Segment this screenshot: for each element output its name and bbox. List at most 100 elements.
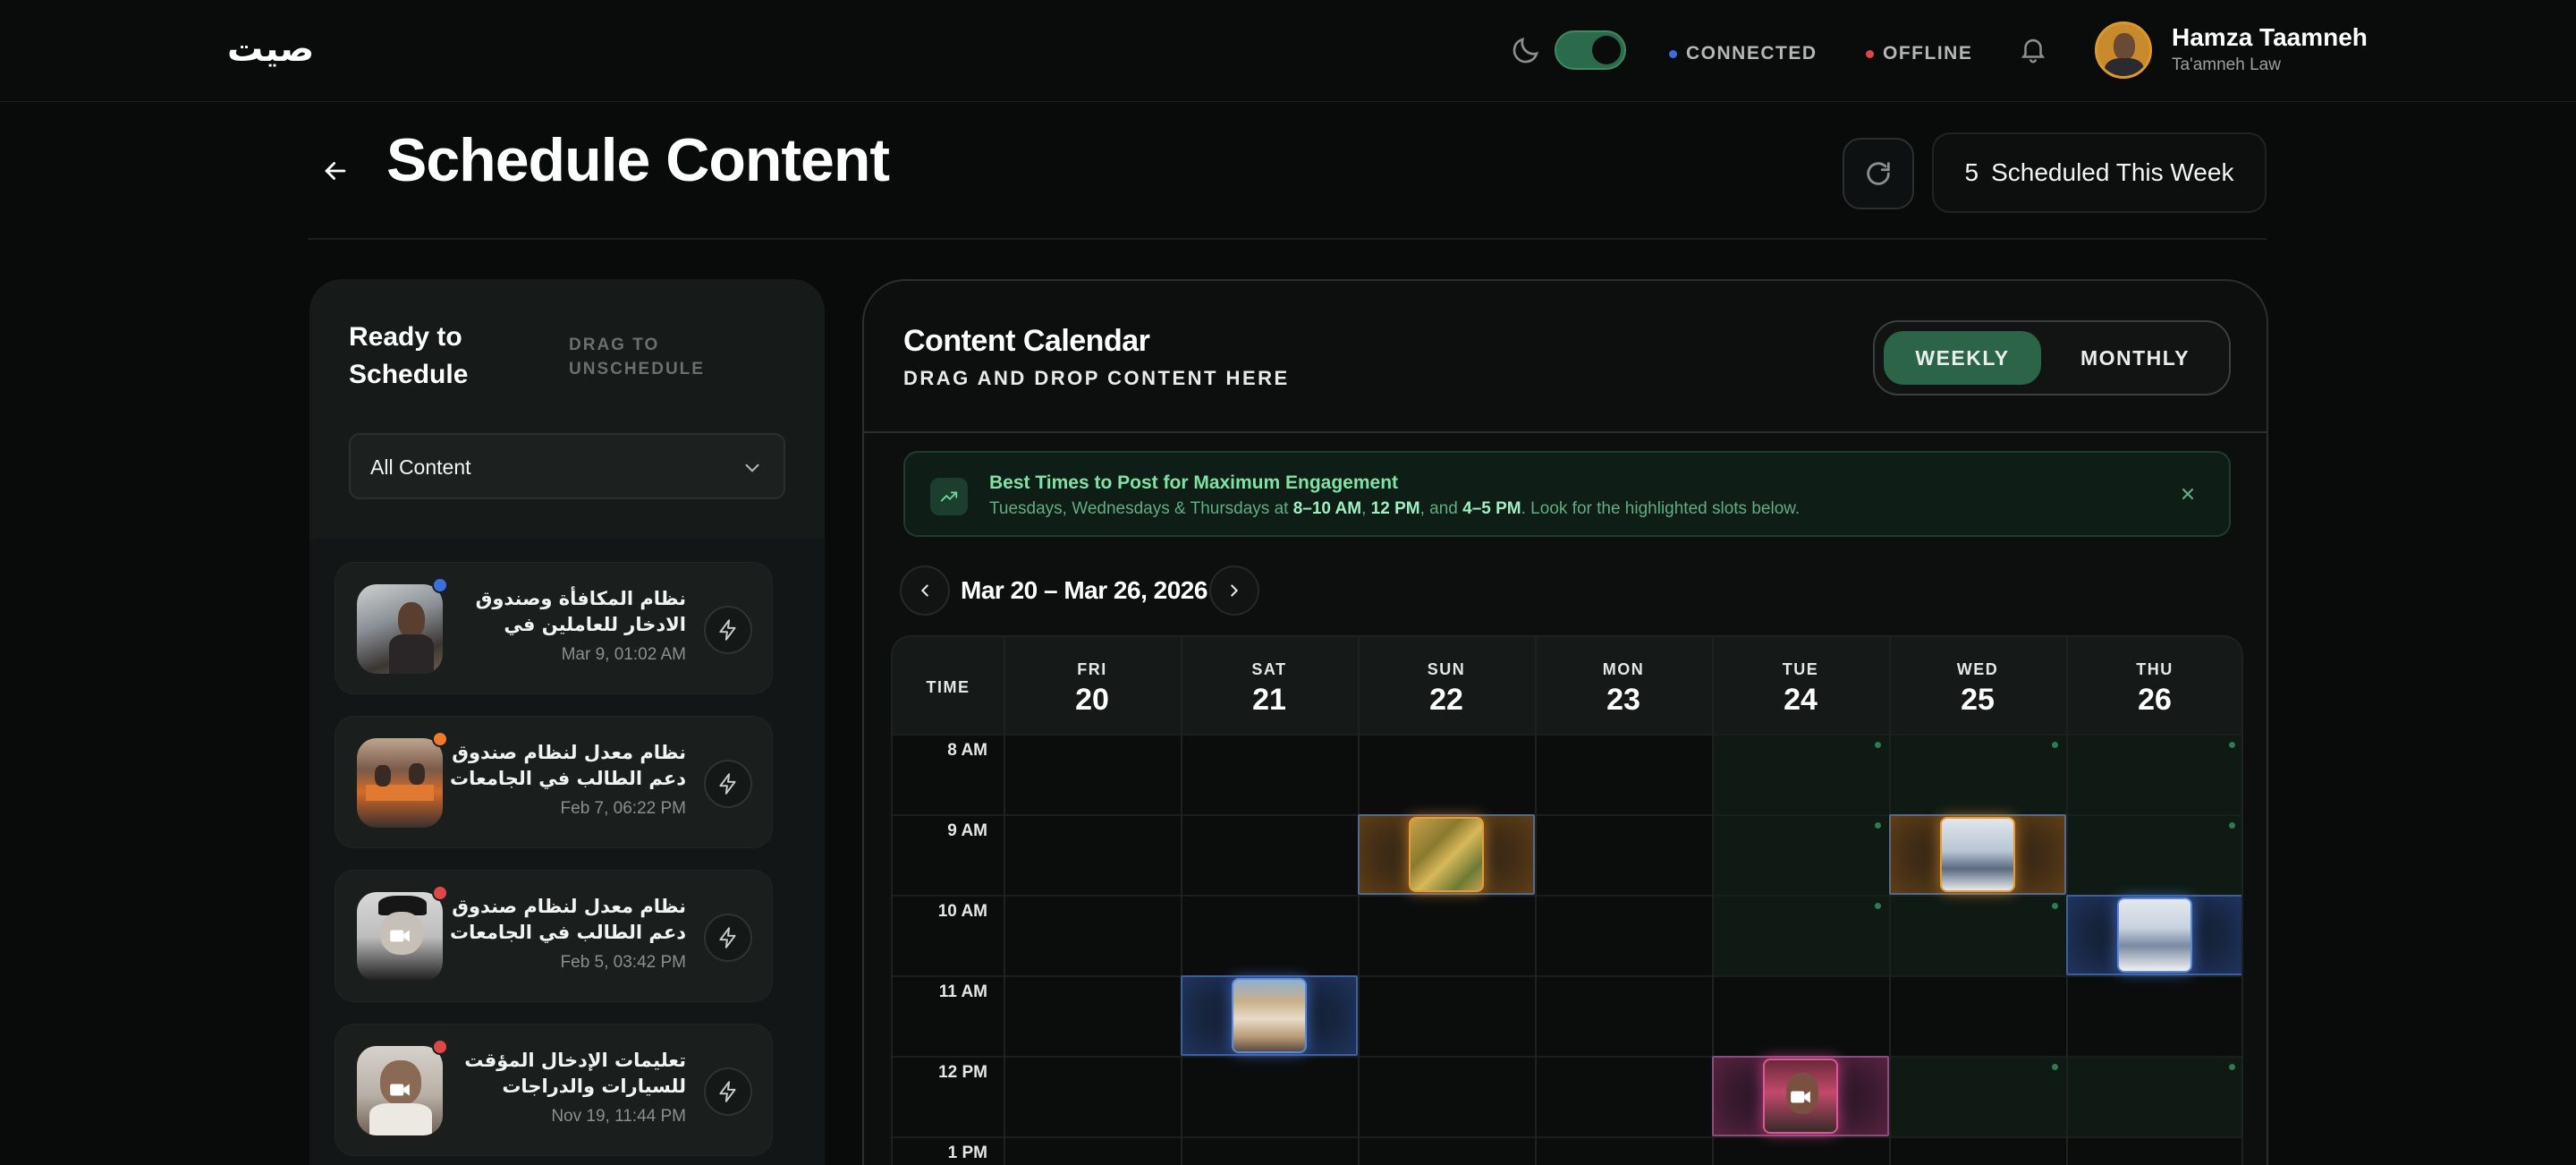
best-time-2: 12 PM — [1370, 499, 1420, 518]
day-header[interactable]: THU 26 — [2066, 637, 2241, 734]
best-time-slot[interactable] — [1889, 734, 2066, 814]
day-number: 23 — [1606, 683, 1640, 717]
offline-dot — [1866, 49, 1874, 58]
best-time-slot[interactable] — [1712, 895, 1889, 975]
app-logo[interactable]: صيت — [227, 29, 314, 70]
grid-column-line — [1181, 637, 1182, 1165]
content-item[interactable]: نظام المكافأة وصندوق الادخار للعاملين في… — [335, 562, 773, 694]
best-time-dot — [2052, 1064, 2058, 1070]
bolt-icon — [719, 619, 736, 641]
content-item[interactable]: نظام معدل لنظام صندوق دعم الطالب في الجا… — [335, 870, 773, 1002]
refresh-button[interactable] — [1843, 138, 1914, 209]
scheduled-post[interactable] — [1181, 975, 1358, 1056]
best-time-1: 8–10 AM — [1292, 499, 1362, 518]
trending-up-icon — [930, 478, 968, 515]
item-thumbnail — [357, 738, 443, 828]
quick-schedule-button[interactable] — [704, 760, 752, 808]
best-time-slot[interactable] — [2066, 1056, 2241, 1136]
day-header[interactable]: FRI 20 — [1004, 637, 1181, 734]
quick-schedule-button[interactable] — [704, 914, 752, 962]
best-time-slot[interactable] — [1889, 1056, 2066, 1136]
day-header[interactable]: TUE 24 — [1712, 637, 1889, 734]
video-camera-icon — [1791, 1091, 1810, 1103]
grid-header: TIME FRI 20 SAT 21 SUN 22 MON 23 TUE 24 WED 25… — [893, 637, 2241, 734]
bolt-icon — [719, 773, 736, 795]
best-time-3: 4–5 PM — [1462, 499, 1521, 518]
quick-schedule-button[interactable] — [704, 606, 752, 654]
grid-column-line — [1889, 637, 1891, 1165]
day-of-week: WED — [1956, 660, 1999, 678]
user-name[interactable]: Hamza Taamneh — [2172, 23, 2368, 52]
best-time-dot — [2229, 742, 2235, 748]
avatar-body — [2105, 58, 2144, 76]
chevron-down-icon — [745, 463, 759, 472]
day-number: 25 — [1961, 683, 1995, 717]
top-nav: صيت CONNECTED OFFLINE Hamza Taamneh Ta'a… — [0, 0, 2576, 102]
day-header[interactable]: WED 25 — [1889, 637, 2066, 734]
best-time-dot — [1875, 742, 1881, 748]
best-time-slot[interactable] — [1712, 734, 1889, 814]
item-date: Mar 9, 01:02 AM — [561, 645, 686, 664]
hour-label: 12 PM — [938, 1063, 987, 1082]
calendar-title: Content Calendar — [903, 324, 1150, 358]
best-time-dot — [1875, 903, 1881, 909]
day-of-week: SUN — [1427, 660, 1466, 678]
quick-schedule-button[interactable] — [704, 1067, 752, 1116]
scheduled-post[interactable] — [1712, 1056, 1889, 1136]
best-time-slot[interactable] — [1889, 895, 2066, 975]
post-thumbnail — [2117, 897, 2192, 973]
panel-header: Ready to Schedule DRAG TO UNSCHEDULE All… — [309, 279, 825, 539]
best-times-text: Tuesdays, Wednesdays & Thursdays at 8–10… — [989, 499, 1800, 519]
best-time-slot[interactable] — [2066, 814, 2241, 895]
previous-week-button[interactable] — [900, 565, 950, 616]
grid-column-line — [1358, 637, 1360, 1165]
scheduled-label: Scheduled This Week — [1991, 158, 2234, 186]
grid-column-line — [1535, 637, 1537, 1165]
day-header[interactable]: SAT 21 — [1181, 637, 1358, 734]
item-title: نظام المكافأة وصندوق الادخار للعاملين في… — [475, 588, 686, 635]
ready-to-schedule-panel: Ready to Schedule DRAG TO UNSCHEDULE All… — [309, 279, 825, 1165]
best-time-dot — [1875, 822, 1881, 829]
avatar[interactable] — [2095, 21, 2152, 79]
chevron-left-icon — [920, 584, 928, 597]
scheduled-post[interactable] — [1358, 814, 1535, 895]
scheduled-post[interactable] — [1889, 814, 2066, 895]
next-week-button[interactable] — [1209, 565, 1259, 616]
content-item[interactable]: تعليمات الإدخال المؤقت للسيارات والدراجا… — [335, 1024, 773, 1156]
best-time-slot[interactable] — [2066, 734, 2241, 814]
content-filter-select[interactable]: All Content — [349, 433, 785, 499]
toggle-knob — [1592, 36, 1621, 64]
best-time-dot — [2229, 1064, 2235, 1070]
refresh-icon — [1867, 162, 1890, 185]
item-thumbnail — [357, 584, 443, 674]
view-toggle: WEEKLY MONTHLY — [1873, 320, 2231, 395]
day-number: 22 — [1429, 683, 1463, 717]
item-date: Feb 5, 03:42 PM — [560, 953, 686, 972]
best-times-sep1: , — [1361, 499, 1371, 518]
back-arrow-icon[interactable] — [320, 156, 351, 186]
drag-hint: DRAG TO UNSCHEDULE — [569, 336, 705, 378]
scheduled-post[interactable] — [2066, 895, 2241, 975]
scheduled-this-week: 5 Scheduled This Week — [1932, 132, 2267, 213]
moon-icon — [1513, 38, 1538, 64]
item-thumbnail — [357, 892, 443, 982]
day-of-week: THU — [2136, 660, 2174, 678]
scheduled-count: 5 — [1964, 158, 1979, 186]
grid-row-line — [893, 1136, 2241, 1138]
monthly-view-button[interactable]: MONTHLY — [2050, 331, 2220, 385]
item-title: نظام معدل لنظام صندوق دعم الطالب في الجا… — [449, 742, 686, 789]
grid-row-line — [893, 895, 2241, 897]
chevron-right-icon — [1231, 584, 1239, 597]
connected-dot — [1669, 49, 1677, 58]
close-icon[interactable] — [2177, 483, 2199, 505]
day-header[interactable]: MON 23 — [1535, 637, 1712, 734]
day-header[interactable]: SUN 22 — [1358, 637, 1535, 734]
bell-icon[interactable] — [2018, 34, 2048, 64]
hour-label: 11 AM — [938, 982, 987, 1001]
calendar-divider — [864, 431, 2267, 433]
content-item[interactable]: نظام معدل لنظام صندوق دعم الطالب في الجا… — [335, 716, 773, 848]
hour-label: 9 AM — [947, 821, 987, 840]
best-time-slot[interactable] — [1712, 814, 1889, 895]
weekly-view-button[interactable]: WEEKLY — [1884, 331, 2041, 385]
dark-mode-toggle[interactable] — [1555, 30, 1626, 70]
